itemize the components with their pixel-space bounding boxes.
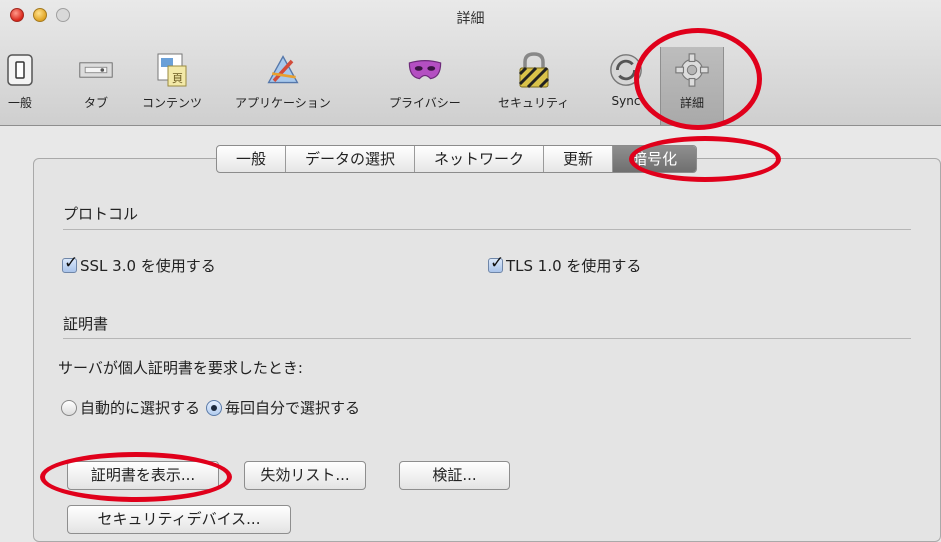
contents-icon: 頁 bbox=[154, 52, 190, 88]
toolbar-label: タブ bbox=[83, 96, 108, 110]
svg-text:頁: 頁 bbox=[172, 72, 183, 85]
toolbar-item-privacy[interactable]: プライバシー bbox=[389, 52, 461, 111]
security-devices-button[interactable]: セキュリティデバイス... bbox=[67, 505, 291, 534]
checkmark-icon: ✓ bbox=[490, 253, 505, 273]
toolbar-item-contents[interactable]: 頁 コンテンツ bbox=[142, 52, 202, 111]
preferences-window: 詳細 一般 タブ 頁 コンテンツ アプリケーション プライバシー セキュリティ … bbox=[0, 0, 941, 542]
checkmark-icon: ✓ bbox=[64, 253, 79, 273]
toolbar-label: プライバシー bbox=[389, 96, 461, 110]
tab-network[interactable]: ネットワーク bbox=[415, 146, 545, 172]
validation-button[interactable]: 検証... bbox=[399, 461, 510, 490]
certificate-request-prompt: サーバが個人証明書を要求したとき: bbox=[58, 359, 303, 377]
toolbar-item-applications[interactable]: アプリケーション bbox=[235, 52, 331, 111]
view-certificates-button[interactable]: 証明書を表示... bbox=[67, 461, 219, 490]
toolbar-label: Sync bbox=[611, 94, 641, 108]
toolbar-item-advanced[interactable]: 詳細 bbox=[674, 52, 710, 111]
privacy-mask-icon bbox=[407, 52, 443, 88]
radio-ask-label[interactable]: 毎回自分で選択する bbox=[225, 397, 360, 418]
tab-update[interactable]: 更新 bbox=[544, 146, 614, 172]
ssl3-checkbox-row[interactable]: ✓ SSL 3.0 を使用する bbox=[62, 253, 216, 276]
tab-encryption[interactable]: 暗号化 bbox=[613, 146, 697, 172]
certificate-selection-radios: 自動的に選択する 毎回自分で選択する bbox=[61, 397, 366, 418]
toolbar-item-security[interactable]: セキュリティ bbox=[498, 52, 569, 111]
radio-auto-select[interactable] bbox=[61, 399, 77, 416]
toolbar-label: コンテンツ bbox=[142, 96, 203, 110]
tls1-label: TLS 1.0 を使用する bbox=[506, 257, 642, 275]
tabs-icon bbox=[78, 52, 114, 88]
tab-data-choices[interactable]: データの選択 bbox=[286, 146, 416, 172]
protocol-section-title: プロトコル bbox=[63, 205, 139, 223]
ssl3-label: SSL 3.0 を使用する bbox=[80, 257, 216, 275]
radio-ask-every-time[interactable] bbox=[206, 399, 223, 416]
toolbar-label: アプリケーション bbox=[235, 96, 331, 110]
radio-auto-label[interactable]: 自動的に選択する bbox=[80, 397, 200, 418]
advanced-tabs: 一般 データの選択 ネットワーク 更新 暗号化 bbox=[216, 145, 698, 173]
toolbar-label: セキュリティ bbox=[498, 96, 570, 110]
toolbar-item-general[interactable]: 一般 bbox=[2, 52, 38, 111]
general-switch-icon bbox=[2, 52, 38, 88]
section-divider bbox=[63, 229, 911, 230]
tls1-checkbox-row[interactable]: ✓ TLS 1.0 を使用する bbox=[488, 253, 642, 276]
toolbar-label: 詳細 bbox=[679, 96, 704, 110]
revocation-lists-button[interactable]: 失効リスト... bbox=[244, 461, 366, 490]
gear-icon bbox=[674, 52, 710, 88]
certificates-section-title: 証明書 bbox=[63, 315, 109, 333]
window-title: 詳細 bbox=[456, 11, 485, 27]
tls1-checkbox[interactable]: ✓ bbox=[488, 253, 504, 273]
lock-icon bbox=[516, 52, 552, 89]
toolbar-item-tabs[interactable]: タブ bbox=[78, 52, 114, 111]
tab-general[interactable]: 一般 bbox=[217, 146, 287, 172]
toolbar: 詳細 一般 タブ 頁 コンテンツ アプリケーション プライバシー セキュリティ … bbox=[0, 0, 941, 126]
sync-icon bbox=[608, 52, 644, 88]
section-divider bbox=[63, 338, 911, 339]
ssl3-checkbox[interactable]: ✓ bbox=[62, 253, 78, 273]
applications-icon bbox=[265, 52, 301, 88]
toolbar-label: 一般 bbox=[7, 96, 32, 110]
toolbar-item-sync[interactable]: Sync bbox=[608, 52, 644, 108]
